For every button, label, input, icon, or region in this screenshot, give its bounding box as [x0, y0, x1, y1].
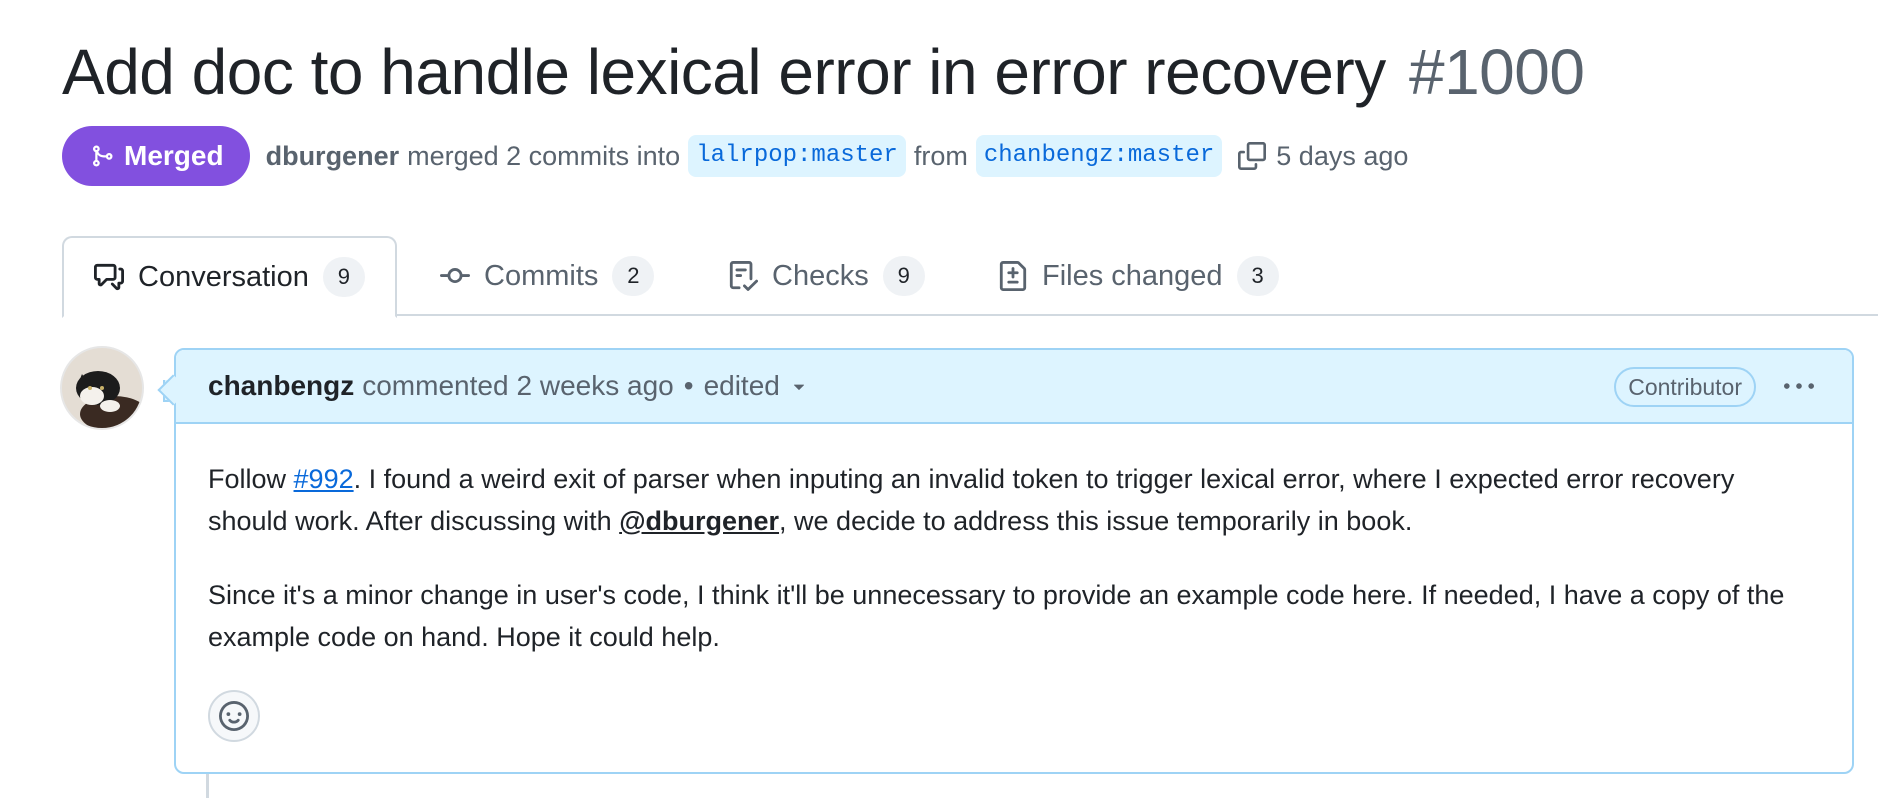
tab-counter: 9 — [322, 257, 365, 297]
merged-state-badge: Merged — [62, 126, 250, 186]
comment-discussion-icon — [94, 263, 124, 291]
copy-icon — [1238, 142, 1267, 170]
comment-action: commented — [362, 370, 509, 401]
tab-conversation[interactable]: Conversation 9 — [62, 236, 397, 318]
comment-paragraph: Follow #992. I found a weird exit of par… — [208, 458, 1820, 542]
checklist-icon — [729, 261, 758, 291]
merge-action-text: merged 2 commits into — [407, 140, 681, 171]
separator-dot: • — [683, 370, 694, 401]
kebab-horizontal-icon — [1784, 383, 1814, 389]
tab-counter: 3 — [1236, 256, 1279, 296]
git-merge-icon — [93, 145, 113, 167]
merged-time: 5 days ago — [1276, 140, 1409, 171]
text-span: Follow — [208, 464, 294, 494]
head-branch[interactable]: chanbengz:master — [975, 135, 1223, 177]
tab-label: Checks — [772, 259, 869, 292]
tab-counter: 9 — [882, 256, 925, 296]
comment-header: chanbengz commented 2 weeks ago • edited… — [176, 350, 1852, 424]
copy-branch-button[interactable] — [1238, 142, 1267, 170]
edit-history-dropdown[interactable]: edited — [704, 370, 810, 402]
tab-label: Files changed — [1042, 259, 1223, 292]
contributor-badge: Contributor — [1614, 367, 1756, 407]
tab-files-changed[interactable]: Files changed 3 — [998, 236, 1279, 316]
comment-box: chanbengz commented 2 weeks ago • edited… — [157, 348, 1854, 774]
avatar[interactable] — [60, 346, 144, 430]
comment-paragraph: Since it's a minor change in user's code… — [208, 580, 1785, 652]
tab-counter: 2 — [612, 256, 655, 296]
comment-body: Follow #992. I found a weird exit of par… — [176, 424, 1852, 658]
smiley-icon — [219, 701, 249, 731]
text-span: , we decide to address this issue tempor… — [779, 506, 1413, 536]
comment-author-link[interactable]: chanbengz — [208, 370, 354, 402]
edited-label: edited — [703, 370, 780, 401]
cat-avatar-image — [62, 348, 142, 428]
pr-title: Add doc to handle lexical error in error… — [62, 36, 1386, 108]
state-label: Merged — [124, 140, 224, 171]
issue-link[interactable]: #992 — [294, 464, 354, 494]
user-mention-link[interactable]: @dburgener — [619, 506, 779, 536]
page-title: Add doc to handle lexical error in error… — [62, 34, 1585, 110]
git-commit-icon — [440, 268, 470, 284]
from-text: from — [913, 140, 968, 171]
tab-label: Commits — [484, 259, 599, 292]
pr-tabs: Conversation 9 Commits 2 Checks 9 Files … — [62, 236, 1878, 318]
file-diff-icon — [999, 261, 1027, 291]
timeline-line — [206, 774, 209, 798]
pr-number: #1000 — [1408, 36, 1585, 108]
add-reaction-button[interactable] — [208, 690, 260, 742]
tab-label: Conversation — [138, 260, 309, 293]
pr-meta: Merged dburgener merged 2 commits into l… — [62, 126, 1408, 186]
tab-checks[interactable]: Checks 9 — [728, 236, 925, 316]
base-branch[interactable]: lalrpop:master — [688, 135, 906, 177]
merged-by-link[interactable]: dburgener — [266, 141, 400, 172]
comment-time-link[interactable]: 2 weeks ago — [517, 370, 674, 402]
tab-commits[interactable]: Commits 2 — [440, 236, 655, 316]
triangle-down-icon — [793, 384, 804, 390]
comment-options-button[interactable] — [1782, 372, 1816, 402]
